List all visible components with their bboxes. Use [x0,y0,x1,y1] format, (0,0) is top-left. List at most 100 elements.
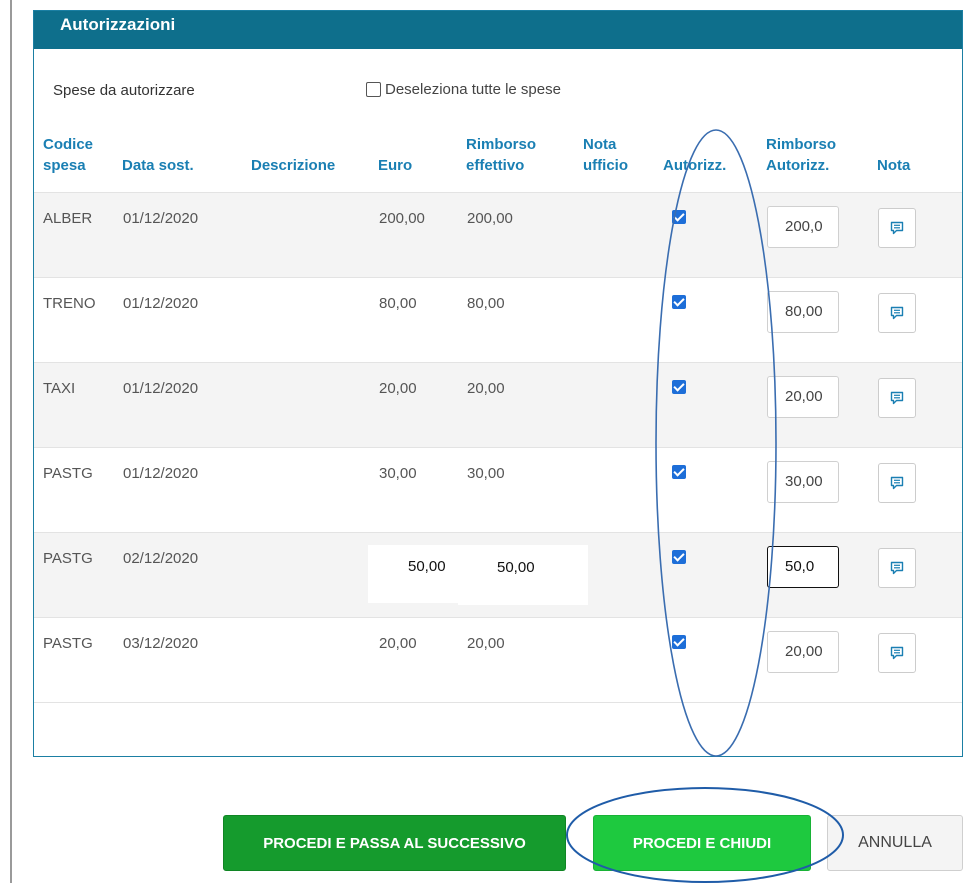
col-header-autorizz: Autorizz. [663,127,766,193]
deselect-all-label: Deseleziona tutte le spese [385,81,561,98]
cell-autorizz [663,532,766,618]
cell-nota-ufficio [583,532,663,618]
table-row: PASTG 03/12/2020 20,00 20,00 20,00 [34,617,962,703]
cell-nota-ufficio [583,277,663,363]
cell-descrizione [251,447,378,533]
cell-descrizione [251,192,378,278]
cell-autorizz [663,277,766,363]
checkbox-checked-icon[interactable] [672,549,686,564]
note-button[interactable] [878,547,916,588]
cell-rimborso-autorizz: 20,00 [766,362,877,448]
checkbox-checked-icon[interactable] [672,379,686,394]
section-title: Spese da autorizzare [53,82,195,99]
cell-nota [877,277,962,363]
col-header-nota: Nota [877,127,962,193]
authorized-amount-input[interactable]: 30,00 [767,460,839,503]
cell-euro: 80,00 [378,277,466,363]
note-button[interactable] [878,292,916,333]
note-icon [890,306,904,319]
table-row: TAXI 01/12/2020 20,00 20,00 20,00 [34,362,962,448]
authorized-amount-input[interactable]: 20,00 [767,375,839,418]
pasted-rimborso-value: 50,00 [497,559,535,576]
cell-descrizione [251,362,378,448]
cell-descrizione [251,277,378,363]
cell-rimborso: 200,00 [466,192,583,278]
cell-rimborso-autorizz: 200,0 [766,192,877,278]
checkbox-checked-icon[interactable] [672,634,686,649]
cell-rimborso-autorizz: 20,00 [766,617,877,703]
cell-data: 01/12/2020 [122,447,251,533]
cell-euro: 20,00 [378,617,466,703]
cell-autorizz [663,447,766,533]
cell-autorizz [663,192,766,278]
authorized-amount-input[interactable]: 200,0 [767,205,839,248]
cell-nota [877,192,962,278]
note-button[interactable] [878,632,916,673]
table-header-row: Codice spesa Data sost. Descrizione Euro … [34,127,962,193]
left-edge [0,0,10,883]
note-button[interactable] [878,462,916,503]
col-header-rimborso-autorizz: Rimborso Autorizz. [766,127,877,193]
cell-descrizione [251,617,378,703]
cancel-button[interactable]: ANNULLA [827,815,963,871]
proceed-close-button[interactable]: PROCEDI E CHIUDI [593,815,811,871]
cell-rimborso-autorizz: 30,00 [766,447,877,533]
note-icon [890,391,904,404]
cell-codice: PASTG [34,532,122,618]
cell-euro: 30,00 [378,447,466,533]
authorized-amount-input[interactable]: 80,00 [767,290,839,333]
authorized-amount-input[interactable]: 50,0 [767,545,839,588]
cell-nota [877,447,962,533]
cell-nota [877,532,962,618]
panel-subheader: Spese da autorizzare Deseleziona tutte l… [34,49,962,127]
note-button[interactable] [878,377,916,418]
cell-codice: PASTG [34,617,122,703]
panel-title: Autorizzazioni [60,15,176,34]
note-icon [890,221,904,234]
cell-data: 01/12/2020 [122,192,251,278]
cell-nota-ufficio [583,447,663,533]
cell-rimborso-autorizz: 50,0 [766,532,877,618]
cell-nota [877,362,962,448]
col-header-euro: Euro [378,127,466,193]
col-header-data: Data sost. [122,127,251,193]
checkbox-empty-icon[interactable] [366,82,381,97]
panel-header: Autorizzazioni [34,11,962,49]
note-icon [890,646,904,659]
cell-euro: 20,00 [378,362,466,448]
col-header-nota-ufficio: Nota ufficio [583,127,663,193]
table-row: TRENO 01/12/2020 80,00 80,00 80,00 [34,277,962,363]
authorization-panel: Autorizzazioni Spese da autorizzare Dese… [33,10,963,757]
cell-rimborso: 30,00 [466,447,583,533]
cell-descrizione [251,532,378,618]
cell-autorizz [663,362,766,448]
cell-codice: TRENO [34,277,122,363]
cell-data: 02/12/2020 [122,532,251,618]
cell-data: 03/12/2020 [122,617,251,703]
proceed-next-button[interactable]: PROCEDI E PASSA AL SUCCESSIVO [223,815,566,871]
cell-nota [877,617,962,703]
cell-nota-ufficio [583,362,663,448]
deselect-all-checkbox[interactable]: Deseleziona tutte le spese [366,81,561,98]
checkbox-checked-icon[interactable] [672,209,686,224]
checkbox-checked-icon[interactable] [672,294,686,309]
note-button[interactable] [878,207,916,248]
table-row: PASTG 01/12/2020 30,00 30,00 30,00 [34,447,962,533]
cell-euro: 200,00 [378,192,466,278]
cell-codice: TAXI [34,362,122,448]
note-icon [890,561,904,574]
cell-rimborso-autorizz: 80,00 [766,277,877,363]
col-header-codice: Codice spesa [34,127,122,193]
cell-codice: PASTG [34,447,122,533]
cell-codice: ALBER [34,192,122,278]
checkbox-checked-icon[interactable] [672,464,686,479]
cell-nota-ufficio [583,192,663,278]
col-header-descrizione: Descrizione [251,127,378,193]
cell-rimborso: 80,00 [466,277,583,363]
expenses-table: Codice spesa Data sost. Descrizione Euro … [34,127,962,703]
cell-data: 01/12/2020 [122,277,251,363]
pasted-euro-value: 50,00 [408,558,446,575]
authorized-amount-input[interactable]: 20,00 [767,630,839,673]
cell-autorizz [663,617,766,703]
left-divider [10,0,12,883]
